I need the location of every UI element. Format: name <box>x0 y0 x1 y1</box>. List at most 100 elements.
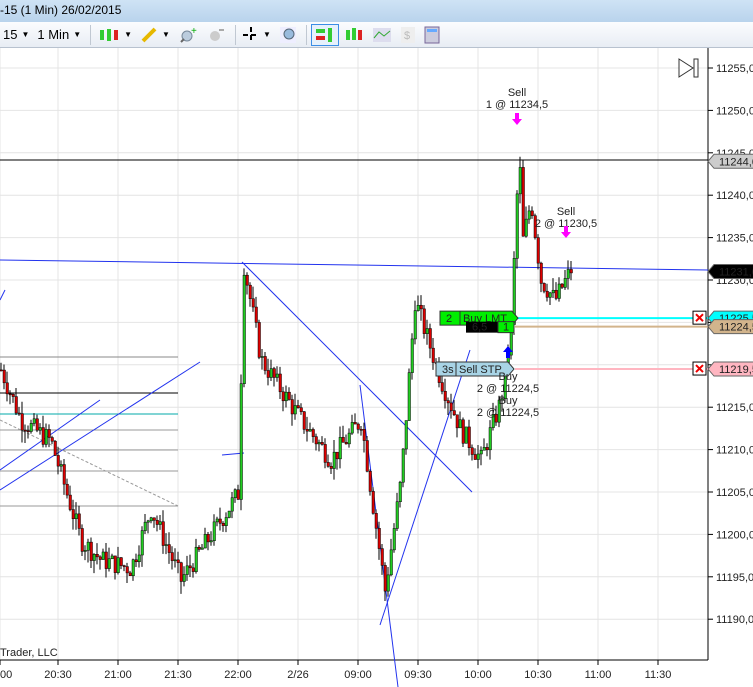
scroll-to-end-button[interactable] <box>678 58 699 78</box>
candle-body <box>41 427 45 445</box>
candle-body <box>428 328 432 349</box>
candle-body <box>35 418 39 431</box>
candle-body <box>29 423 33 432</box>
candle-body <box>359 429 363 431</box>
candle-body <box>452 410 456 416</box>
x-tick-label: 20:30 <box>44 669 72 681</box>
instrument-label: 15 <box>3 27 18 42</box>
candle-body <box>74 513 78 519</box>
candle-body <box>410 338 414 373</box>
candle-body <box>302 411 306 430</box>
candle-body <box>308 429 312 432</box>
indicators-icon[interactable] <box>369 24 395 46</box>
properties-icon[interactable] <box>421 24 443 46</box>
x-tick-label: 11:30 <box>645 669 672 681</box>
cancel-order-button[interactable] <box>692 310 707 325</box>
pencil-draw-icon[interactable]: ▼ <box>137 24 173 46</box>
candle-body <box>188 565 192 569</box>
price-marker-sell-stp-label: 11219,5 <box>719 364 753 376</box>
zoom-out-icon[interactable] <box>203 24 229 46</box>
candle-body <box>401 448 405 483</box>
cancel-order-button[interactable] <box>692 361 707 376</box>
bar-type-icon[interactable]: ▼ <box>95 24 135 46</box>
candle-body <box>329 466 333 469</box>
candle-body <box>272 368 276 378</box>
candle-body <box>407 372 411 421</box>
candle-body <box>482 447 486 451</box>
end-bar-icon <box>693 58 699 78</box>
crosshair-icon[interactable]: ▼ <box>240 24 274 46</box>
candle-body <box>206 534 210 543</box>
candle-body <box>371 491 375 514</box>
candle-body <box>266 370 270 378</box>
candle-body <box>464 426 468 444</box>
candle-body <box>392 528 396 551</box>
copyright-label: Trader, LLC <box>0 647 58 659</box>
candle-body <box>143 521 147 531</box>
candle-body <box>200 547 204 550</box>
candle-body <box>419 305 423 310</box>
x-tick-label: 21:30 <box>164 669 192 681</box>
candle-body <box>413 310 417 340</box>
execution-side: Buy <box>499 371 518 383</box>
candle-body <box>347 432 351 445</box>
x-tick-label: 22:00 <box>224 669 252 681</box>
instrument-dropdown[interactable]: 15 ▼ <box>0 24 32 46</box>
candle-body <box>104 551 108 569</box>
candle-body <box>383 565 387 592</box>
candle-body <box>515 193 519 259</box>
zoom-icon[interactable] <box>276 24 300 46</box>
candle-body <box>443 390 447 401</box>
y-tick-label: 11200,0 <box>716 529 753 541</box>
candle-body <box>125 566 129 574</box>
candle-body <box>365 440 369 472</box>
candle-body <box>389 549 393 576</box>
candle-body <box>356 423 360 430</box>
candle-body <box>77 513 81 529</box>
candle-body <box>152 517 156 521</box>
candle-body <box>134 559 138 563</box>
candle-body <box>26 430 30 433</box>
candle-body <box>110 555 114 559</box>
candle-body <box>257 322 261 358</box>
candle-body <box>305 429 309 432</box>
candle-body <box>341 437 345 443</box>
candle-body <box>551 289 555 294</box>
trendline <box>0 289 6 301</box>
candle-body <box>230 497 234 512</box>
candle-body <box>221 522 225 526</box>
candle-body <box>17 412 21 415</box>
candle-body <box>65 483 69 496</box>
data-series-icon[interactable] <box>341 24 367 46</box>
candle-body <box>122 565 126 567</box>
candle-body <box>44 429 48 445</box>
candle-body <box>473 454 477 460</box>
candle-body <box>530 210 534 216</box>
candle-body <box>227 510 231 518</box>
candle-body <box>167 544 171 553</box>
strategies-icon[interactable]: $ <box>397 24 419 46</box>
candle-body <box>140 530 144 556</box>
candle-body <box>362 429 366 441</box>
candle-body <box>560 283 564 288</box>
candle-body <box>314 436 318 445</box>
candle-body <box>83 550 87 552</box>
candle-body <box>545 290 549 298</box>
zoom-in-icon[interactable]: + <box>175 24 201 46</box>
y-tick-label: 11250,0 <box>716 105 753 117</box>
candle-body <box>203 534 207 549</box>
candle-body <box>131 559 135 576</box>
price-chart[interactable]: 11255,011250,011245,011240,011235,011230… <box>0 48 753 687</box>
candle-body <box>245 274 249 286</box>
candle-body <box>173 559 177 562</box>
interval-dropdown[interactable]: 1 Min ▼ <box>34 24 84 46</box>
candle-body <box>320 442 324 445</box>
chart-trader-icon[interactable] <box>310 23 339 46</box>
price-marker-position-label: 11224,5 <box>719 322 753 334</box>
execution-side: Sell <box>508 87 526 99</box>
candle-body <box>293 405 297 415</box>
candle-body <box>89 541 93 561</box>
y-tick-label: 11190,0 <box>716 614 753 626</box>
candle-body <box>299 407 303 412</box>
position-pnl: 6,5 <box>472 322 487 334</box>
